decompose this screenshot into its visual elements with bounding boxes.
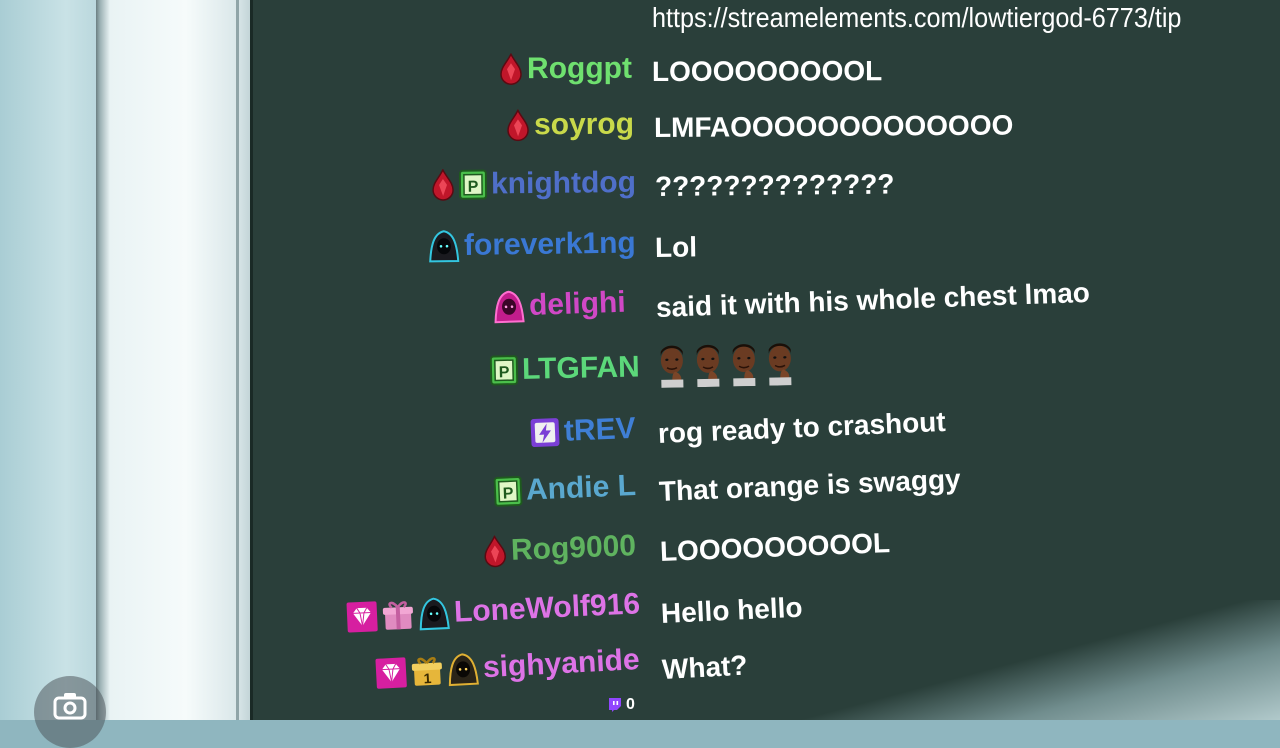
chat-username[interactable]: tREV: [564, 412, 637, 449]
emote-row: [657, 341, 796, 388]
gift-one-icon: 1: [411, 654, 445, 688]
twitch-icon: [609, 698, 621, 712]
chat-message: Rog9000 LOOOOOOOOOL: [0, 527, 1280, 582]
chat-message: P LTGFAN: [0, 343, 1280, 402]
hooded-figure-pink-icon: [493, 289, 526, 324]
chat-message-text: LOOOOOOOOOL: [651, 55, 883, 87]
chat-message-text: [657, 341, 796, 388]
chat-message: foreverk1ng Lol: [0, 227, 1280, 278]
ruby-icon: [431, 168, 455, 201]
hooded-figure-gold-icon: [446, 652, 480, 688]
gift-icon: [381, 599, 414, 632]
chat-username[interactable]: soyrog: [534, 108, 634, 143]
chat-username[interactable]: sighyanide: [482, 643, 640, 685]
svg-text:1: 1: [423, 670, 432, 686]
thinking-man-emote-icon: [657, 343, 688, 388]
chat-username[interactable]: Andie L: [525, 469, 636, 508]
chat-username[interactable]: Rog9000: [510, 529, 636, 568]
chat-message-text: ??????????????: [654, 168, 895, 202]
chat-message: soyrog LMFAOOOOOOOOOOOOO: [0, 108, 1280, 158]
chat-message-text: LOOOOOOOOOL: [659, 527, 891, 567]
chat-message: Pknightdog??????????????: [0, 166, 1280, 217]
chat-message: 1 sighyanide What?: [0, 643, 1280, 700]
thinking-man-emote-icon: [765, 341, 796, 386]
thinking-man-emote-icon: [693, 343, 724, 388]
chat-message: LoneWolf916 Hello hello: [0, 587, 1280, 644]
chat-username[interactable]: knightdog: [491, 166, 636, 202]
chat-message-text: LMFAOOOOOOOOOOOOO: [653, 109, 1014, 143]
chat-username[interactable]: delighi: [529, 286, 627, 323]
ruby-icon: [482, 535, 507, 568]
ruby-icon: [499, 53, 523, 85]
chat-author: Pknightdog: [431, 166, 636, 202]
prime-p-icon: P: [493, 475, 523, 507]
chat-author: P LTGFAN: [490, 350, 640, 387]
chat-author: P Andie L: [493, 469, 637, 509]
svg-text:P: P: [468, 179, 479, 196]
chat-username[interactable]: LTGFAN: [522, 350, 640, 386]
chat-author: tREV: [530, 412, 637, 450]
chat-author: soyrog: [506, 108, 634, 143]
chat-message: delighi said it with his whole chest lmao: [0, 277, 1280, 338]
chat-author: delighi: [493, 286, 627, 325]
chat-message-text: Lol: [654, 231, 698, 263]
chat-message-text: Hello hello: [660, 591, 804, 629]
chat-message-text: What?: [661, 649, 749, 685]
ruby-icon: [506, 109, 530, 142]
hooded-figure-blue-icon: [428, 229, 460, 263]
svg-text:P: P: [499, 364, 510, 381]
svg-text:P: P: [502, 485, 514, 502]
chat-author: 1 sighyanide: [375, 643, 641, 691]
chat-author: LoneWolf916: [345, 587, 641, 634]
gem-icon: [375, 656, 409, 690]
chat-author: Roggpt: [499, 52, 632, 86]
chat-username[interactable]: LoneWolf916: [453, 587, 640, 629]
camera-icon: [53, 693, 87, 720]
tip-url[interactable]: https://streamelements.com/lowtiergod-67…: [652, 2, 1192, 34]
gem-icon: [345, 600, 378, 633]
lightning-icon: [530, 417, 561, 448]
chat-message: P Andie L That orange is swaggy: [0, 463, 1280, 522]
camera-button[interactable]: [34, 676, 106, 748]
chat-username[interactable]: foreverk1ng: [464, 227, 636, 263]
thinking-man-emote-icon: [729, 342, 760, 387]
prime-p-icon: P: [490, 355, 519, 386]
chat-message: tREV rog ready to crashout: [0, 406, 1280, 464]
chat-message: Roggpt LOOOOOOOOOL: [0, 52, 1280, 102]
viewer-counter: 0: [608, 696, 635, 714]
chat-author: foreverk1ng: [428, 227, 636, 264]
viewer-count: 0: [626, 696, 635, 713]
hooded-figure-blue-icon: [417, 596, 451, 631]
prime-p-icon: P: [458, 169, 488, 200]
chat-username[interactable]: Roggpt: [527, 52, 632, 86]
chat-author: Rog9000: [482, 529, 637, 569]
